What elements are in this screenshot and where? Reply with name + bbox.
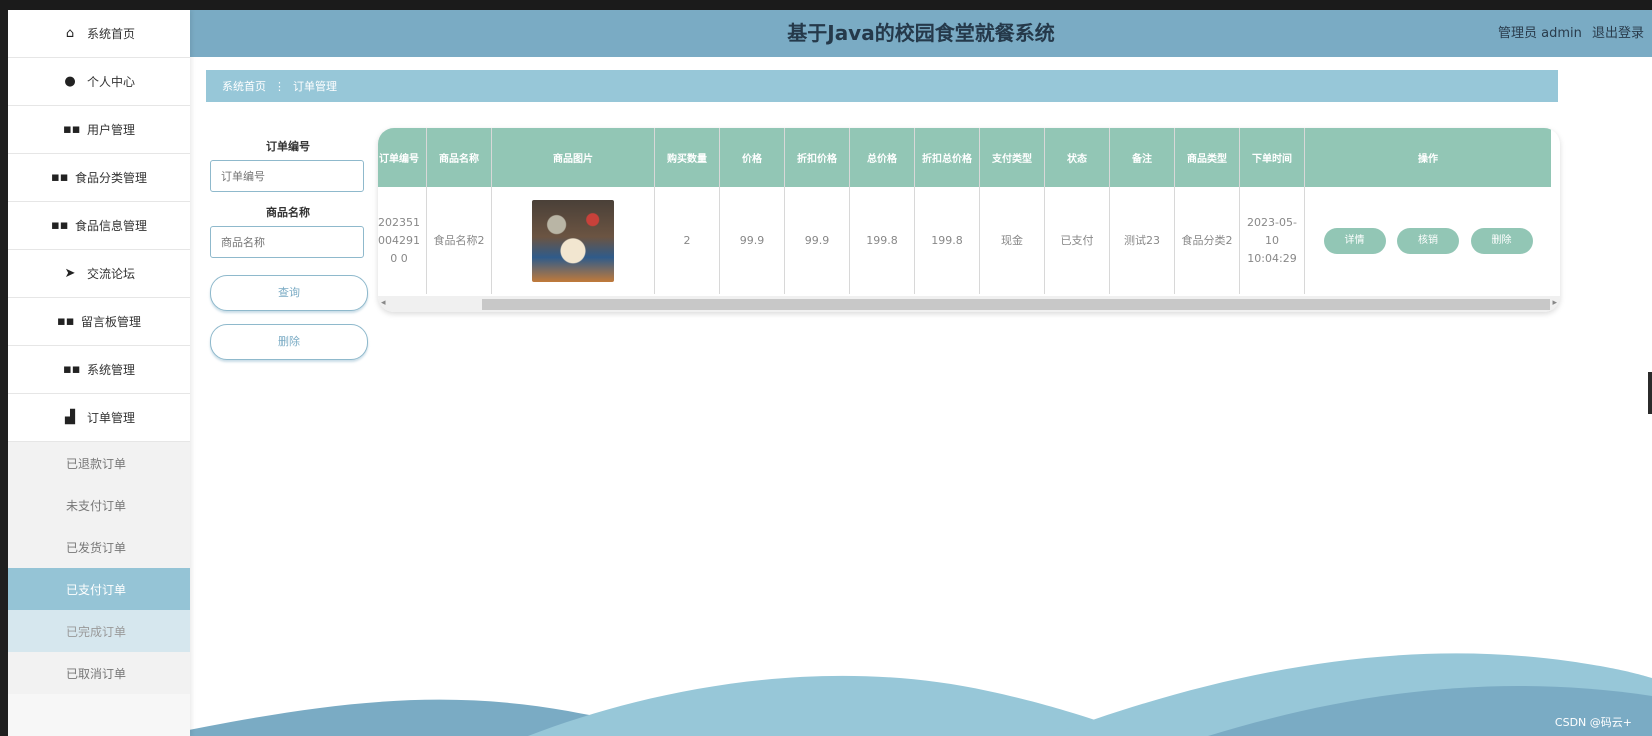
cell-price: 99.9 bbox=[719, 187, 785, 294]
scrollbar-thumb[interactable] bbox=[482, 299, 1550, 310]
cell-product-name: 食品名称2 bbox=[426, 187, 492, 294]
cell-quantity: 2 bbox=[654, 187, 720, 294]
grid-icon: ▪▪ bbox=[50, 170, 69, 185]
product-name-input[interactable] bbox=[210, 226, 364, 258]
col-product-type: 商品类型 bbox=[1174, 128, 1240, 187]
watermark: CSDN @码云+ bbox=[1554, 716, 1632, 729]
sidebar-item-label: 系统管理 bbox=[86, 363, 135, 377]
sidebar-item-forum[interactable]: ➤ 交流论坛 bbox=[8, 250, 190, 298]
breadcrumb-separator: ⋮ bbox=[274, 79, 285, 93]
cell-remark: 测试23 bbox=[1109, 187, 1175, 294]
sidebar-item-profile[interactable]: ● 个人中心 bbox=[8, 58, 190, 106]
cell-product-type: 食品分类2 bbox=[1174, 187, 1240, 294]
scroll-right-icon[interactable]: ▸ bbox=[1552, 298, 1557, 308]
scroll-left-icon[interactable]: ◂ bbox=[381, 298, 386, 308]
order-no-label: 订单编号 bbox=[266, 140, 310, 153]
sidebar-item-label: 留言板管理 bbox=[80, 315, 141, 329]
food-image[interactable] bbox=[532, 199, 614, 282]
col-quantity: 购买数量 bbox=[654, 128, 720, 187]
table-header-row: 订单编号 商品名称 商品图片 购买数量 价格 折扣价格 总价格 折扣总价格 支付… bbox=[378, 128, 1551, 187]
verify-button[interactable]: 核销 bbox=[1397, 227, 1459, 254]
submenu-shipped-orders[interactable]: 已发货订单 bbox=[8, 526, 190, 568]
cell-actions: 详情 核销 删除 bbox=[1305, 187, 1552, 294]
cell-discount-total: 199.8 bbox=[914, 187, 980, 294]
breadcrumb-current: 订单管理 bbox=[293, 80, 337, 93]
sidebar: ⌂ 系统首页 ● 个人中心 ▪▪ 用户管理 ▪▪ 食品分类管理 ▪▪ 食品信息管… bbox=[8, 10, 190, 736]
sidebar-item-users[interactable]: ▪▪ 用户管理 bbox=[8, 106, 190, 154]
sidebar-item-label: 交流论坛 bbox=[86, 267, 135, 281]
user-icon: ● bbox=[64, 74, 76, 89]
breadcrumb-home[interactable]: 系统首页 bbox=[222, 78, 266, 94]
sidebar-item-orders[interactable]: ▟ 订单管理 bbox=[8, 394, 190, 442]
sidebar-item-food-category[interactable]: ▪▪ 食品分类管理 bbox=[8, 154, 190, 202]
cell-total-price: 199.8 bbox=[849, 187, 915, 294]
send-icon: ➤ bbox=[64, 266, 76, 281]
sidebar-item-label: 用户管理 bbox=[86, 123, 135, 137]
col-order-no: 订单编号 bbox=[378, 128, 427, 187]
app-title: 基于Java的校园食堂就餐系统 bbox=[787, 21, 1055, 45]
submenu-completed-orders[interactable]: 已完成订单 bbox=[8, 610, 190, 652]
cell-order-time: 2023-05-10 10:04:29 bbox=[1239, 187, 1305, 294]
col-discount-total: 折扣总价格 bbox=[914, 128, 980, 187]
col-total-price: 总价格 bbox=[849, 128, 915, 187]
grid-icon: ▪▪ bbox=[62, 122, 81, 137]
grid-icon: ▪▪ bbox=[56, 314, 75, 329]
query-button[interactable]: 查询 bbox=[210, 275, 368, 311]
app-frame: ⌂ 系统首页 ● 个人中心 ▪▪ 用户管理 ▪▪ 食品分类管理 ▪▪ 食品信息管… bbox=[8, 10, 1652, 736]
orders-table: 订单编号 商品名称 商品图片 购买数量 价格 折扣价格 总价格 折扣总价格 支付… bbox=[378, 128, 1560, 312]
decorative-waves bbox=[158, 653, 1652, 736]
col-remark: 备注 bbox=[1109, 128, 1175, 187]
sidebar-item-label: 食品信息管理 bbox=[74, 219, 147, 233]
sidebar-item-home[interactable]: ⌂ 系统首页 bbox=[8, 10, 190, 58]
sidebar-item-label: 食品分类管理 bbox=[74, 171, 147, 185]
detail-button[interactable]: 详情 bbox=[1323, 227, 1386, 254]
cell-order-no: 2023510042910 0 bbox=[378, 187, 427, 294]
sidebar-item-messages[interactable]: ▪▪ 留言板管理 bbox=[8, 298, 190, 346]
order-no-input[interactable] bbox=[210, 160, 364, 192]
sidebar-item-label: 个人中心 bbox=[86, 75, 135, 89]
submenu-cancelled-orders[interactable]: 已取消订单 bbox=[8, 652, 190, 694]
submenu-paid-orders[interactable]: 已支付订单 bbox=[8, 568, 190, 610]
window-top-edge bbox=[0, 0, 1652, 10]
batch-delete-button[interactable]: 删除 bbox=[210, 324, 368, 360]
cell-status: 已支付 bbox=[1044, 187, 1110, 294]
cell-pay-type: 现金 bbox=[979, 187, 1045, 294]
sidebar-item-system[interactable]: ▪▪ 系统管理 bbox=[8, 346, 190, 394]
col-product-name: 商品名称 bbox=[426, 128, 492, 187]
col-actions: 操作 bbox=[1304, 128, 1551, 187]
submenu-unpaid-orders[interactable]: 未支付订单 bbox=[8, 484, 190, 526]
home-icon: ⌂ bbox=[65, 26, 75, 41]
grid-icon: ▪▪ bbox=[50, 218, 69, 233]
col-pay-type: 支付类型 bbox=[979, 128, 1045, 187]
col-status: 状态 bbox=[1044, 128, 1110, 187]
col-discount-price: 折扣价格 bbox=[784, 128, 850, 187]
col-order-time: 下单时间 bbox=[1239, 128, 1305, 187]
cell-product-image bbox=[491, 187, 655, 294]
thumb-icon: ▟ bbox=[64, 410, 75, 425]
table-row: 2023510042910 0 食品名称2 2 99.9 99.9 199.8 … bbox=[378, 187, 1551, 294]
horizontal-scrollbar[interactable]: ◂ ▸ bbox=[378, 296, 1560, 312]
sidebar-item-label: 订单管理 bbox=[86, 411, 135, 425]
cell-discount-price: 99.9 bbox=[784, 187, 850, 294]
user-label: 管理员 admin bbox=[1497, 26, 1582, 41]
col-price: 价格 bbox=[719, 128, 785, 187]
logout-link[interactable]: 退出登录 bbox=[1592, 26, 1644, 41]
grid-icon: ▪▪ bbox=[62, 362, 81, 377]
delete-row-button[interactable]: 删除 bbox=[1470, 227, 1533, 254]
submenu-refunded-orders[interactable]: 已退款订单 bbox=[8, 442, 190, 484]
breadcrumb: 系统首页 ⋮ 订单管理 bbox=[206, 70, 1558, 102]
sidebar-item-food-info[interactable]: ▪▪ 食品信息管理 bbox=[8, 202, 190, 250]
right-edge-handle[interactable] bbox=[1648, 372, 1652, 414]
product-name-label: 商品名称 bbox=[266, 206, 310, 219]
user-area: 管理员 admin 退出登录 bbox=[1492, 10, 1644, 57]
col-product-image: 商品图片 bbox=[491, 128, 655, 187]
sidebar-item-label: 系统首页 bbox=[86, 27, 135, 41]
header: 基于Java的校园食堂就餐系统 管理员 admin 退出登录 bbox=[190, 10, 1652, 57]
